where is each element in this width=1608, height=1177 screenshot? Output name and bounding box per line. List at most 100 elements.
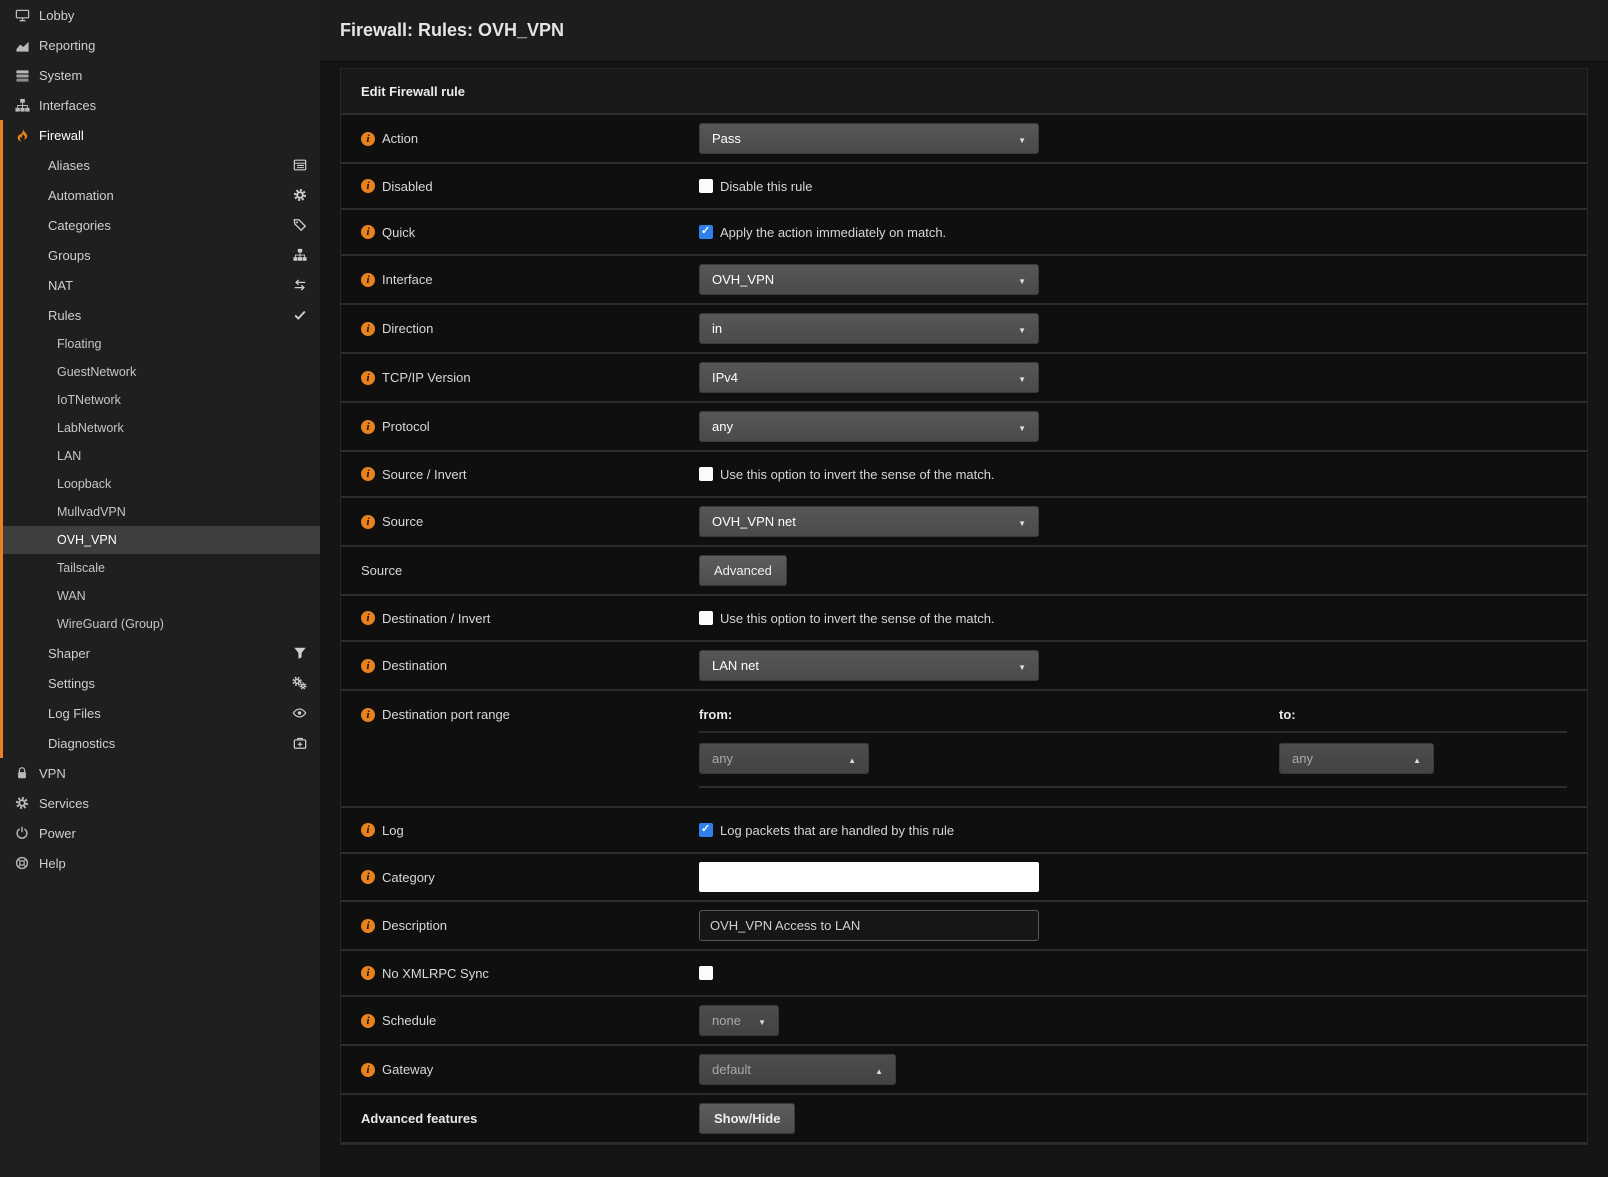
sidebar-item-rule-ovh-vpn[interactable]: OVH_VPN [3, 526, 320, 554]
sidebar-item-rule-wireguard-group[interactable]: WireGuard (Group) [3, 610, 320, 638]
sidebar-item-rule-floating[interactable]: Floating [3, 330, 320, 358]
info-icon[interactable] [361, 919, 375, 933]
sidebar-item-categories[interactable]: Categories [3, 210, 320, 240]
info-icon[interactable] [361, 420, 375, 434]
port-from-header: from: [699, 707, 1279, 722]
sidebar-item-rule-wan[interactable]: WAN [3, 582, 320, 610]
description-label: Description [341, 918, 699, 933]
interface-select[interactable]: OVH_VPN [699, 264, 1039, 295]
sidebar-item-automation[interactable]: Automation [3, 180, 320, 210]
show-hide-button[interactable]: Show/Hide [699, 1103, 795, 1134]
lock-icon [14, 766, 30, 780]
sidebar-item-rule-labnetwork[interactable]: LabNetwork [3, 414, 320, 442]
protocol-label: Protocol [341, 419, 699, 434]
disabled-label: Disabled [341, 179, 699, 194]
gateway-select[interactable]: default [699, 1054, 896, 1085]
sidebar-item-rule-guestnetwork[interactable]: GuestNetwork [3, 358, 320, 386]
chart-icon [14, 38, 30, 53]
direction-select[interactable]: in [699, 313, 1039, 344]
sidebar-item-label: Reporting [39, 38, 95, 53]
sidebar-item-firewall[interactable]: Firewall [3, 120, 320, 150]
sidebar-item-log-files[interactable]: Log Files [3, 698, 320, 728]
sidebar-item-rule-iotnetwork[interactable]: IoTNetwork [3, 386, 320, 414]
sidebar-item-power[interactable]: Power [0, 818, 320, 848]
sidebar-item-lobby[interactable]: Lobby [0, 0, 320, 30]
form-row-action: Action Pass [341, 115, 1587, 164]
protocol-select[interactable]: any [699, 411, 1039, 442]
quick-label: Quick [341, 225, 699, 240]
info-icon[interactable] [361, 273, 375, 287]
destination-port-range-label: Destination port range [341, 699, 699, 722]
schedule-select[interactable]: none [699, 1005, 779, 1036]
sidebar-item-label: NAT [48, 278, 73, 293]
sidebar-item-shaper[interactable]: Shaper [3, 638, 320, 668]
form-row-protocol: Protocol any [341, 403, 1587, 452]
panel-title: Edit Firewall rule [341, 69, 1587, 115]
log-checkbox[interactable] [699, 823, 713, 837]
form-row-no-xmlrpc-sync: No XMLRPC Sync [341, 951, 1587, 997]
info-icon[interactable] [361, 225, 375, 239]
power-icon [14, 826, 30, 840]
info-icon[interactable] [361, 708, 375, 722]
sidebar-item-aliases[interactable]: Aliases [3, 150, 320, 180]
sidebar-item-vpn[interactable]: VPN [0, 758, 320, 788]
info-icon[interactable] [361, 611, 375, 625]
info-icon[interactable] [361, 659, 375, 673]
info-icon[interactable] [361, 1063, 375, 1077]
sidebar-item-label: Help [39, 856, 66, 871]
destination-select[interactable]: LAN net [699, 650, 1039, 681]
description-input[interactable] [699, 910, 1039, 941]
sidebar-item-label: Lobby [39, 8, 74, 23]
sidebar-item-help[interactable]: Help [0, 848, 320, 878]
sidebar-item-diagnostics[interactable]: Diagnostics [3, 728, 320, 758]
sidebar: Lobby Reporting System Interfaces Firewa… [0, 0, 320, 1177]
sidebar-item-label: Groups [48, 248, 91, 263]
info-icon[interactable] [361, 179, 375, 193]
info-icon[interactable] [361, 1014, 375, 1028]
form-row-advanced-features: Advanced features Show/Hide [341, 1095, 1587, 1144]
no-xmlrpc-sync-checkbox[interactable] [699, 966, 713, 980]
sidebar-item-system[interactable]: System [0, 60, 320, 90]
ip-version-select[interactable]: IPv4 [699, 362, 1039, 393]
source-select[interactable]: OVH_VPN net [699, 506, 1039, 537]
info-icon[interactable] [361, 322, 375, 336]
destination-invert-checkbox[interactable] [699, 611, 713, 625]
info-icon[interactable] [361, 823, 375, 837]
sidebar-item-label: Shaper [48, 646, 90, 661]
sidebar-item-groups[interactable]: Groups [3, 240, 320, 270]
sidebar-item-label: GuestNetwork [57, 365, 136, 379]
info-icon[interactable] [361, 467, 375, 481]
info-icon[interactable] [361, 132, 375, 146]
sidebar-item-services[interactable]: Services [0, 788, 320, 818]
form-row-direction: Direction in [341, 305, 1587, 354]
sidebar-item-reporting[interactable]: Reporting [0, 30, 320, 60]
category-input[interactable] [699, 862, 1039, 892]
action-select[interactable]: Pass [699, 123, 1039, 154]
quick-checkbox[interactable] [699, 225, 713, 239]
source-advanced-button[interactable]: Advanced [699, 555, 787, 586]
sidebar-item-rule-loopback[interactable]: Loopback [3, 470, 320, 498]
port-from-select[interactable]: any [699, 743, 869, 774]
caret-up-icon [875, 1062, 883, 1077]
info-icon[interactable] [361, 371, 375, 385]
sidebar-item-rule-lan[interactable]: LAN [3, 442, 320, 470]
sidebar-item-nat[interactable]: NAT [3, 270, 320, 300]
filter-icon [293, 646, 307, 660]
source-advanced-label: Source [341, 563, 699, 578]
disabled-checkbox[interactable] [699, 179, 713, 193]
port-to-select[interactable]: any [1279, 743, 1434, 774]
form-row-gateway: Gateway default [341, 1046, 1587, 1095]
form-row-schedule: Schedule none [341, 997, 1587, 1046]
source-invert-checkbox[interactable] [699, 467, 713, 481]
schedule-label: Schedule [341, 1013, 699, 1028]
info-icon[interactable] [361, 870, 375, 884]
info-icon[interactable] [361, 966, 375, 980]
sidebar-item-rule-tailscale[interactable]: Tailscale [3, 554, 320, 582]
sidebar-item-rule-mullvadvpn[interactable]: MullvadVPN [3, 498, 320, 526]
sidebar-item-label: Tailscale [57, 561, 105, 575]
info-icon[interactable] [361, 515, 375, 529]
sidebar-item-label: MullvadVPN [57, 505, 126, 519]
sidebar-item-interfaces[interactable]: Interfaces [0, 90, 320, 120]
sidebar-item-rules[interactable]: Rules [3, 300, 320, 330]
sidebar-item-settings[interactable]: Settings [3, 668, 320, 698]
